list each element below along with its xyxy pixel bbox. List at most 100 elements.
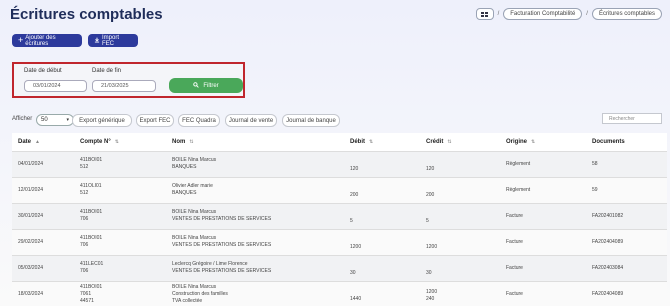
cell-account-line: 512 (80, 164, 89, 170)
table-row[interactable]: 12/01/2024 411OLI01 512 Olivier Adler marie… (12, 177, 667, 203)
breadcrumb-separator: / (586, 11, 588, 17)
bank-journal-button[interactable]: Journal de banque (282, 114, 340, 127)
cell-account-line: 706 (80, 242, 89, 248)
cell-account-line: 411OLI01 (80, 183, 102, 189)
cell-debit: 30 (344, 255, 420, 281)
sort-icon: ⇅ (369, 138, 374, 145)
cell-document: 59 (592, 186, 598, 193)
cell-account-line: 512 (80, 190, 89, 196)
table-row[interactable]: 18/03/2024 411BOI01 7061 44571 BOILE Nina Ma… (12, 281, 667, 306)
page-size-label: Afficher (12, 116, 33, 122)
cell-debit: 200 (344, 177, 420, 203)
cell-debit: 5 (344, 203, 420, 229)
cell-debit: 120 (344, 151, 420, 177)
date-filter-panel: Date de début Date de fin 03/01/2024 21/… (12, 62, 245, 98)
cell-document: FA202404089 (592, 238, 624, 245)
cell-name-line: VENTES DE PRESTATIONS DE SERVICES (172, 242, 272, 248)
cell-credit: 200 (420, 177, 500, 203)
download-icon (94, 37, 100, 45)
table-row[interactable]: 05/03/2024 411LEC01 706 Leclercq Grégoire /… (12, 255, 667, 281)
add-entries-label: Ajouter des écritures (25, 34, 56, 47)
cell-document: FA202404089 (592, 290, 624, 297)
cell-account-line: 706 (80, 216, 89, 222)
cell-account: 411BOI01 706 (74, 203, 166, 229)
breadcrumb-item-ecritures[interactable]: Écritures comptables (591, 8, 662, 20)
export-generic-button[interactable]: Export générique (72, 114, 132, 127)
fec-quadra-button[interactable]: FEC Quadra (178, 114, 220, 127)
cell-credit-line: 200 (426, 191, 435, 198)
cell-credit-line: 30 (426, 269, 432, 276)
cell-name-line: BANQUES (172, 190, 197, 196)
page-size-value: 50 (41, 117, 48, 123)
table-row[interactable]: 30/01/2024 411BOI01 706 BOILE Nina Marcus VE… (12, 203, 667, 229)
cell-credit: 5 (420, 203, 500, 229)
cell-debit: 1440 (344, 281, 420, 306)
import-fec-button[interactable]: Import FEC (88, 34, 138, 47)
breadcrumb: / Facturation Comptabilité / Écritures c… (475, 8, 662, 20)
sort-icon: ⇅ (531, 138, 536, 145)
sales-journal-button[interactable]: Journal de vente (225, 114, 277, 127)
cell-account: 411LEC01 706 (74, 255, 166, 281)
cell-debit-line: 1440 (350, 295, 362, 302)
cell-account-line: 411BOI01 (80, 209, 103, 215)
start-date-input[interactable]: 03/01/2024 (24, 80, 87, 92)
filter-button[interactable]: Filtrer (169, 78, 243, 93)
cell-origin: Facture (506, 264, 523, 271)
cell-name-line: BOILE Nina Marcus (172, 157, 217, 163)
add-entries-button[interactable]: + Ajouter des écritures (12, 34, 82, 47)
page-title: Écritures comptables (10, 6, 163, 23)
cell-account: 411BOI01 512 (74, 151, 166, 177)
table-header-row: Date ▲ Compte N° ⇅ Nom ⇅ Débit ⇅ Crédit ⇅ Ori… (12, 133, 667, 151)
cell-name-line: Olivier Adler marie (172, 183, 213, 189)
cell-credit: 1200 (420, 229, 500, 255)
export-fec-button[interactable]: Export FEC (136, 114, 174, 127)
column-header-date[interactable]: Date ▲ (12, 133, 74, 151)
cell-account-line: 411BOI01 (80, 283, 103, 290)
cell-name-line: VENTES DE PRESTATIONS DE SERVICES (172, 216, 272, 222)
column-header-documents: Documents (592, 138, 625, 145)
table-row[interactable]: 04/01/2024 411BOI01 512 BOILE Nina Marcus BA… (12, 151, 667, 177)
cell-account: 411BOI01 706 (74, 229, 166, 255)
cell-account-line: 411BOI01 (80, 157, 103, 163)
search-input[interactable]: Rechercher (602, 113, 662, 124)
cell-name: BOILE Nina Marcus VENTES DE PRESTATIONS D… (166, 203, 344, 229)
end-date-input[interactable]: 21/03/2025 (92, 80, 156, 92)
cell-name-line: Leclercq Grégoire / Lime Florence (172, 261, 248, 267)
cell-credit: 30 (420, 255, 500, 281)
breadcrumb-item-facturation[interactable]: Facturation Comptabilité (503, 8, 583, 20)
cell-name-line: Construction des familles (172, 290, 228, 297)
cell-name-line: BOILE Nina Marcus (172, 235, 217, 241)
column-header-origin[interactable]: Origine ⇅ (500, 133, 586, 151)
cell-name: Leclercq Grégoire / Lime Florence VENTES … (166, 255, 344, 281)
cell-credit-line: 5 (426, 217, 429, 224)
cell-debit-line: 30 (350, 269, 356, 276)
search-icon (193, 81, 200, 90)
cell-date: 12/01/2024 (18, 186, 44, 193)
cell-origin: Règlement (506, 160, 531, 167)
sort-icon: ▲ (35, 138, 40, 145)
cell-date: 30/01/2024 (18, 212, 44, 219)
breadcrumb-separator: / (497, 11, 500, 17)
cell-name: Olivier Adler marie BANQUES (166, 177, 344, 203)
cell-debit-line: 200 (350, 191, 359, 198)
start-date-label: Date de début (24, 68, 62, 74)
end-date-label: Date de fin (92, 68, 122, 74)
cell-origin: Facture (506, 290, 523, 297)
column-header-account[interactable]: Compte N° ⇅ (74, 133, 166, 151)
column-header-name[interactable]: Nom ⇅ (166, 133, 344, 151)
plus-icon: + (18, 35, 24, 45)
page-size-select[interactable]: 50 ▾ (36, 114, 74, 126)
cell-date: 29/02/2024 (18, 238, 44, 245)
cell-account-line: 411LEC01 (80, 261, 104, 267)
cell-document: FA202403084 (592, 264, 624, 271)
cell-origin: Facture (506, 212, 523, 219)
cell-debit-line: 1200 (350, 243, 362, 250)
column-header-credit[interactable]: Crédit ⇅ (420, 133, 500, 151)
chevron-down-icon: ▾ (66, 117, 69, 123)
cell-date: 05/03/2024 (18, 264, 44, 271)
table-toolbar: Afficher 50 ▾ Export générique Export FE… (12, 113, 662, 129)
column-header-debit[interactable]: Débit ⇅ (344, 133, 420, 151)
grid-icon[interactable] (475, 8, 494, 20)
cell-origin: Facture (506, 238, 523, 245)
table-row[interactable]: 29/02/2024 411BOI01 706 BOILE Nina Marcus VE… (12, 229, 667, 255)
